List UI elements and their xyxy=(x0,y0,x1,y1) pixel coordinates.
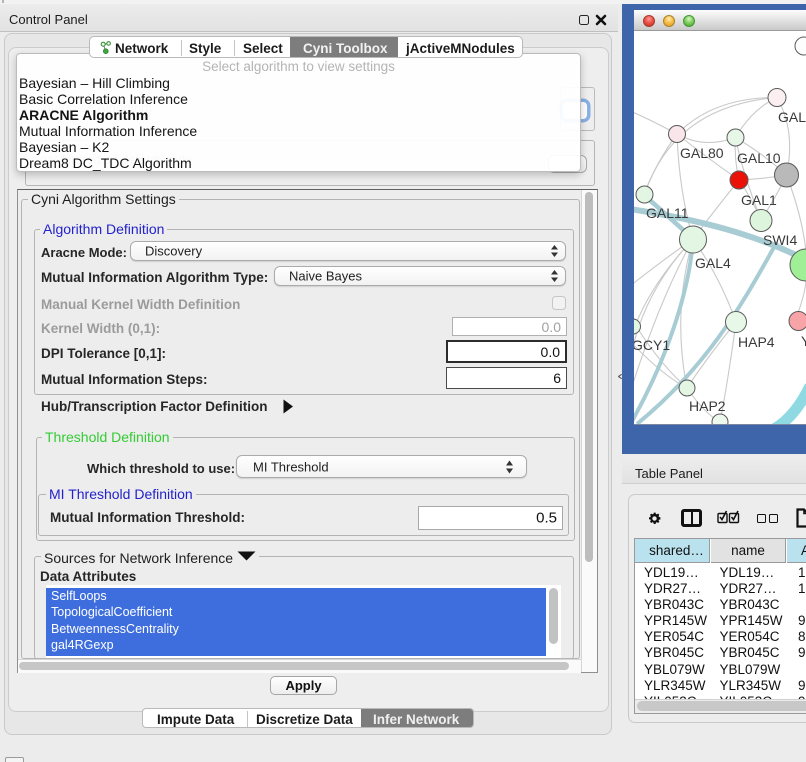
svg-text:GAL: GAL xyxy=(778,109,806,125)
svg-text:GAL4: GAL4 xyxy=(695,255,731,271)
svg-text:HAP4: HAP4 xyxy=(738,334,775,350)
svg-text:SWI4: SWI4 xyxy=(763,232,797,248)
svg-text:GAL10: GAL10 xyxy=(737,150,781,166)
svg-text:GAL1: GAL1 xyxy=(741,192,777,208)
svg-text:GCY1: GCY1 xyxy=(634,337,670,353)
svg-text:HAP2: HAP2 xyxy=(689,398,726,414)
svg-text:GAL11: GAL11 xyxy=(646,205,689,221)
svg-text:GAL80: GAL80 xyxy=(680,145,724,161)
svg-text:Y: Y xyxy=(801,333,806,349)
